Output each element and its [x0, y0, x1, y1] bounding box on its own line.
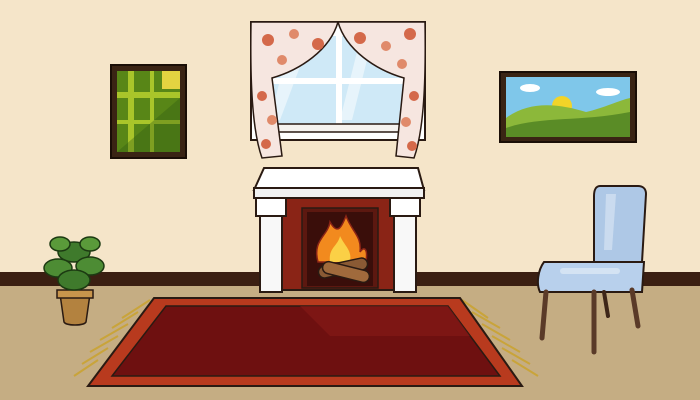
right-painting[interactable] [499, 71, 637, 143]
left-painting[interactable] [110, 64, 187, 159]
rug[interactable] [73, 297, 539, 387]
room-scene [0, 0, 700, 400]
